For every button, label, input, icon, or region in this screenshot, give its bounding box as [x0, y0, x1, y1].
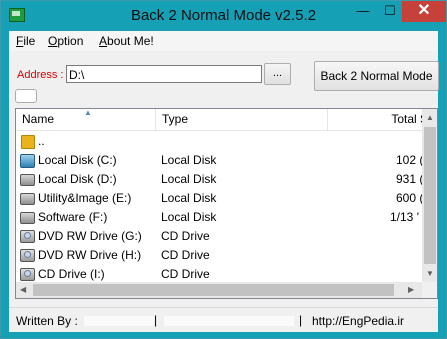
client-area: File Option About Me! Address : D:\ ... … — [9, 31, 439, 332]
close-button[interactable]: ✕ — [402, 1, 446, 22]
scrollbar-corner — [422, 282, 437, 298]
horizontal-scrollbar[interactable]: ◀ ▶ — [16, 282, 422, 298]
item-name: Local Disk (C:) — [38, 153, 117, 167]
list-item[interactable]: Utility&Image (E:) Local Disk 600 ( — [16, 189, 422, 208]
scroll-up-icon[interactable]: ▲ — [426, 113, 434, 122]
item-type: Local Disk — [161, 191, 217, 205]
item-name: DVD RW Drive (H:) — [38, 248, 142, 262]
hard-drive-icon — [20, 193, 35, 205]
list-item[interactable]: Local Disk (C:) Local Disk 102 ( — [16, 151, 422, 170]
menu-bar: File Option About Me! — [9, 31, 438, 51]
maximize-button[interactable]: ☐ — [377, 1, 403, 22]
back-to-normal-mode-button[interactable]: Back 2 Normal Mode — [314, 61, 439, 91]
item-name: Local Disk (D:) — [38, 172, 117, 186]
minimize-button[interactable]: — — [350, 1, 376, 22]
hard-drive-icon — [20, 174, 35, 186]
written-by-label: Written By : — [16, 314, 78, 328]
address-label: Address : — [17, 69, 64, 81]
list-header: Name ▲ Type Total S — [16, 108, 428, 131]
item-type: Local Disk — [161, 172, 217, 186]
cd-drive-icon — [20, 249, 35, 262]
folder-icon — [21, 135, 35, 149]
sort-ascending-icon: ▲ — [84, 108, 92, 117]
redacted-author — [84, 316, 154, 326]
item-total-size: 1/13 ' — [390, 210, 419, 224]
windows-drive-icon — [20, 154, 35, 168]
list-item[interactable]: .. — [16, 132, 422, 151]
item-total-size: 102 ( — [396, 153, 422, 167]
item-total-size: 931 ( — [396, 172, 422, 186]
app-window: Back 2 Normal Mode v2.5.2 — ☐ ✕ File Opt… — [0, 0, 447, 339]
list-item[interactable]: Local Disk (D:) Local Disk 931 ( — [16, 170, 422, 189]
address-input[interactable]: D:\ — [66, 65, 262, 83]
item-type: Local Disk — [161, 210, 217, 224]
list-item[interactable]: Software (F:) Local Disk 1/13 ' — [16, 208, 422, 227]
website-link[interactable]: http://EngPedia.ir — [312, 314, 404, 328]
menu-file[interactable]: File — [16, 34, 35, 48]
list-item[interactable]: DVD RW Drive (G:) CD Drive — [16, 227, 422, 246]
redacted-info — [164, 316, 294, 326]
scroll-right-icon[interactable]: ▶ — [408, 285, 414, 294]
menu-about[interactable]: About Me! — [99, 34, 154, 48]
title-bar[interactable]: Back 2 Normal Mode v2.5.2 — ☐ ✕ — [1, 1, 446, 31]
item-name: DVD RW Drive (G:) — [38, 229, 142, 243]
item-type: CD Drive — [161, 248, 210, 262]
vertical-scroll-thumb[interactable] — [424, 127, 436, 264]
item-name: Utility&Image (E:) — [38, 191, 132, 205]
item-type: Local Disk — [161, 153, 217, 167]
horizontal-scroll-thumb[interactable] — [33, 284, 394, 296]
column-header-type[interactable]: Type — [156, 109, 328, 130]
hard-drive-icon — [20, 212, 35, 224]
cd-drive-icon — [20, 268, 35, 281]
status-bar: Written By : | | http://EngPedia.ir — [9, 307, 438, 332]
scroll-left-icon[interactable]: ◀ — [20, 285, 26, 294]
item-total-size: 600 ( — [396, 191, 422, 205]
item-name: Software (F:) — [38, 210, 108, 224]
collapse-toggle[interactable] — [15, 89, 37, 103]
scroll-down-icon[interactable]: ▼ — [426, 269, 434, 278]
browse-button[interactable]: ... — [264, 63, 291, 85]
item-name: .. — [38, 134, 45, 148]
item-type: CD Drive — [161, 229, 210, 243]
status-separator: | — [154, 313, 158, 327]
column-header-total-size[interactable]: Total S — [328, 109, 428, 130]
menu-option[interactable]: Option — [48, 34, 83, 48]
cd-drive-icon — [20, 230, 35, 243]
vertical-scrollbar[interactable]: ▲ ▼ — [422, 109, 437, 282]
list-item[interactable]: DVD RW Drive (H:) CD Drive — [16, 246, 422, 265]
drive-list[interactable]: Name ▲ Type Total S .. Local Disk (C:) L… — [15, 108, 438, 299]
status-separator: | — [299, 313, 303, 327]
